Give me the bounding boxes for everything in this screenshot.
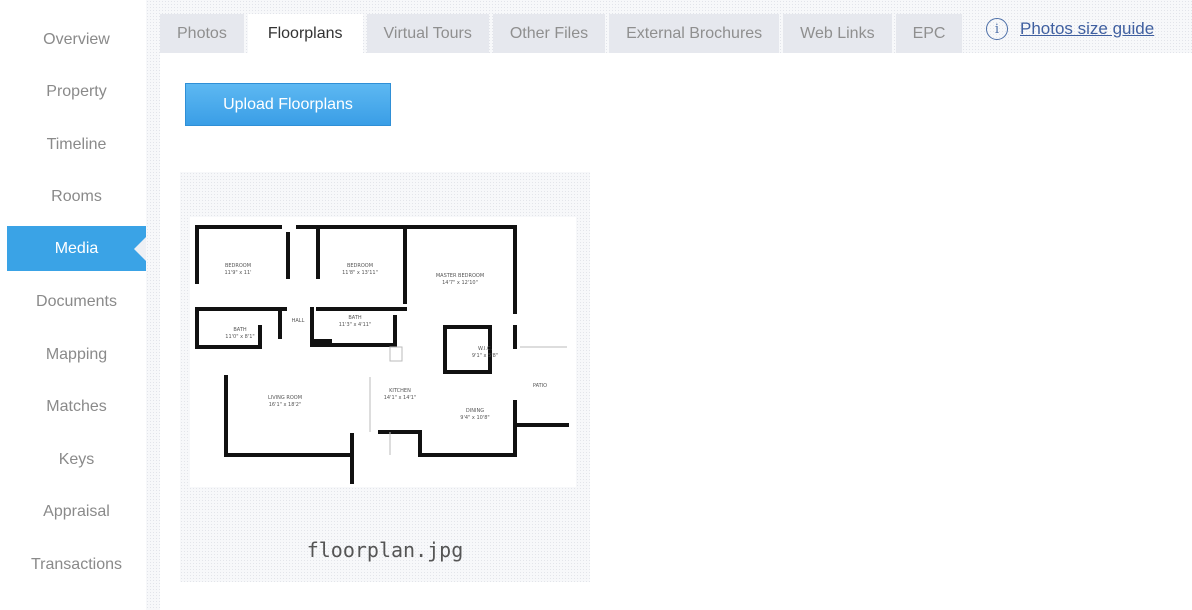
room-dims-wic: 9'1" x 5'8" [472, 353, 498, 359]
room-label-bedroom-2: BEDROOM [347, 263, 373, 269]
room-dims-dining: 9'4" x 10'8" [460, 415, 489, 421]
room-dims-bath-2: 11'3" x 4'11" [339, 322, 372, 328]
tab-external-brochures[interactable]: External Brochures [609, 14, 780, 53]
photos-size-guide-link[interactable]: Photos size guide [1020, 19, 1154, 39]
sidebar-item-keys[interactable]: Keys [7, 437, 146, 482]
sidebar-item-documents[interactable]: Documents [7, 279, 146, 324]
photos-size-guide[interactable]: i Photos size guide [986, 18, 1154, 40]
room-dims-living-room: 16'1" x 18'2" [269, 402, 302, 408]
room-label-bedroom-1: BEDROOM [225, 263, 251, 269]
room-label-kitchen: KITCHEN [389, 388, 411, 394]
sidebar-item-matches[interactable]: Matches [7, 384, 146, 429]
sidebar-item-overview[interactable]: Overview [7, 17, 146, 62]
info-icon: i [986, 18, 1008, 40]
sidebar-item-media[interactable]: Media [7, 226, 146, 271]
tab-other-files[interactable]: Other Files [492, 14, 606, 53]
room-dims-bedroom-1: 11'9" x 11' [224, 270, 251, 276]
sidebar-item-appraisal[interactable]: Appraisal [7, 489, 146, 534]
main-area: Photos Floorplans Virtual Tours Other Fi… [146, 0, 1192, 610]
room-label-hall: HALL [292, 318, 305, 324]
file-card[interactable]: BEDROOM 11'9" x 11' BEDROOM 11'8" x 13'1… [180, 172, 590, 582]
sidebar-item-property[interactable]: Property [7, 69, 146, 114]
sidebar-item-mapping[interactable]: Mapping [7, 332, 146, 377]
tab-floorplans[interactable]: Floorplans [247, 14, 363, 53]
room-dims-master-bedroom: 14'7" x 12'10" [442, 280, 478, 286]
media-tabs: Photos Floorplans Virtual Tours Other Fi… [160, 14, 966, 53]
room-label-living-room: LIVING ROOM [268, 395, 302, 401]
upload-floorplans-button[interactable]: Upload Floorplans [185, 83, 391, 126]
sidebar-item-transactions[interactable]: Transactions [7, 542, 146, 587]
room-label-patio: PATIO [533, 383, 547, 389]
tab-web-links[interactable]: Web Links [783, 14, 892, 53]
tab-virtual-tours[interactable]: Virtual Tours [366, 14, 489, 53]
floorplan-thumbnail[interactable]: BEDROOM 11'9" x 11' BEDROOM 11'8" x 13'1… [190, 217, 576, 487]
floorplan-drawing: BEDROOM 11'9" x 11' BEDROOM 11'8" x 13'1… [195, 225, 569, 484]
room-dims-bedroom-2: 11'8" x 13'11" [342, 270, 378, 276]
room-label-wic: W.I.C. [478, 346, 493, 352]
room-label-dining: DINING [466, 408, 484, 414]
tab-photos[interactable]: Photos [160, 14, 244, 53]
tab-epc[interactable]: EPC [895, 14, 963, 53]
room-dims-kitchen: 14'1" x 14'1" [384, 395, 417, 401]
sidebar: Overview Property Timeline Rooms Media D… [0, 0, 146, 610]
room-label-master-bedroom: MASTER BEDROOM [436, 273, 484, 279]
file-name: floorplan.jpg [306, 538, 464, 562]
room-dims-bath-1: 11'0" x 8'1" [225, 334, 254, 340]
room-label-bath-2: BATH [348, 315, 362, 321]
room-label-bath-1: BATH [233, 327, 247, 333]
sidebar-item-rooms[interactable]: Rooms [7, 174, 146, 219]
app-window: Overview Property Timeline Rooms Media D… [0, 0, 1192, 610]
sidebar-item-timeline[interactable]: Timeline [7, 122, 146, 167]
